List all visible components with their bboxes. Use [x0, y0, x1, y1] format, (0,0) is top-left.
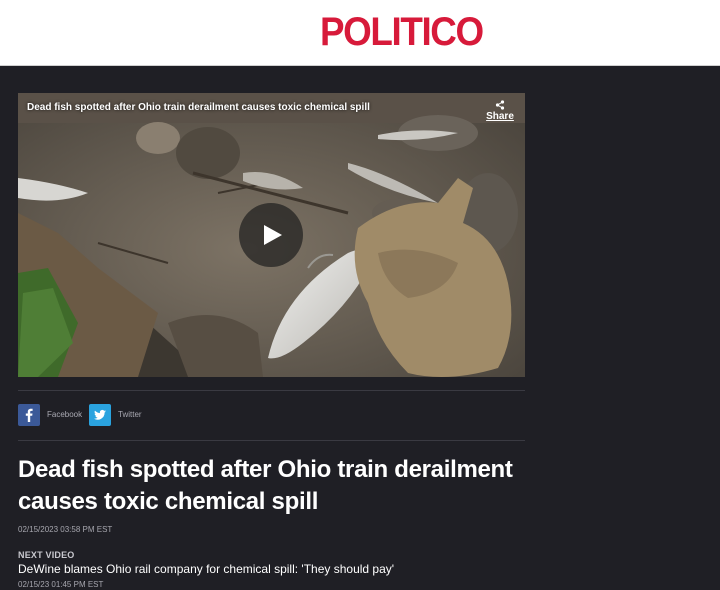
next-video-link[interactable]: DeWine blames Ohio rail company for chem…: [18, 562, 394, 576]
divider: [18, 440, 525, 441]
next-video-date: 02/15/23 01:45 PM EST: [18, 580, 104, 589]
divider: [18, 390, 525, 391]
facebook-label: Facebook: [47, 410, 83, 419]
play-icon: [264, 225, 282, 245]
video-player[interactable]: Dead fish spotted after Ohio train derai…: [18, 93, 525, 377]
play-button[interactable]: [239, 203, 303, 267]
twitter-icon: [89, 404, 111, 426]
share-button[interactable]: Share: [485, 100, 515, 122]
twitter-label: Twitter: [118, 410, 142, 419]
main-content: Dead fish spotted after Ohio train derai…: [0, 66, 720, 590]
article-headline: Dead fish spotted after Ohio train derai…: [18, 456, 513, 515]
next-video-label: NEXT VIDEO: [18, 550, 75, 560]
facebook-icon: [18, 404, 40, 426]
share-icon: [495, 100, 505, 110]
share-label: Share: [486, 111, 514, 122]
politico-logo[interactable]: POLITICO: [320, 12, 484, 52]
video-title: Dead fish spotted after Ohio train derai…: [27, 102, 370, 113]
site-header: POLITICO: [0, 0, 720, 66]
article-date: 02/15/2023 03:58 PM EST: [18, 525, 113, 534]
